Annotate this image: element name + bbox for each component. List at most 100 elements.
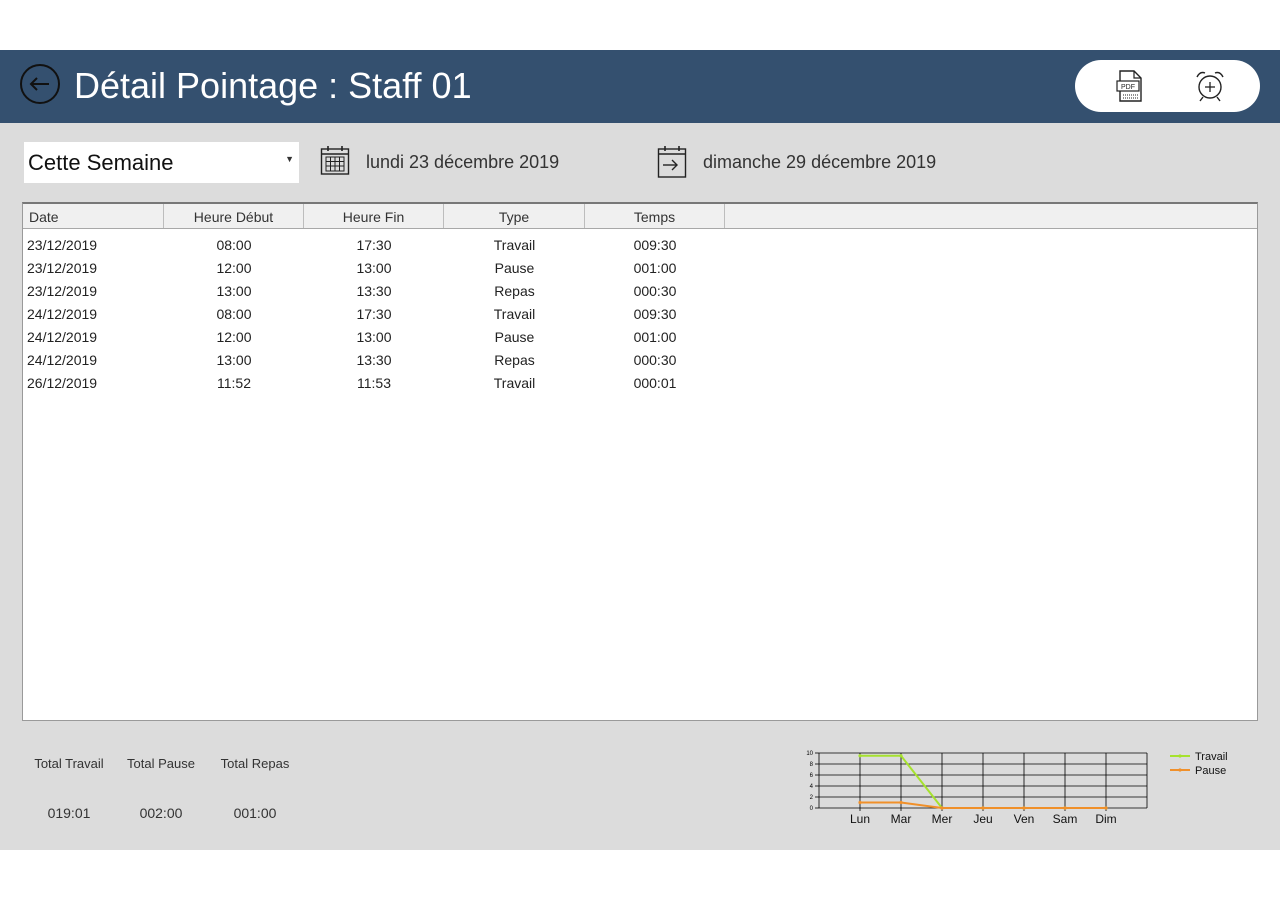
table-row[interactable]: 24/12/2019 08:00 17:30 Travail 009:30	[23, 303, 1257, 326]
legend-label-travail: Travail	[1195, 751, 1228, 763]
cell-time: 009:30	[633, 306, 677, 322]
legend-marker-travail	[1178, 754, 1182, 758]
column-header-type[interactable]: Type	[444, 204, 585, 228]
x-tick-label: Mar	[891, 812, 912, 826]
column-header-date[interactable]: Date	[23, 204, 164, 228]
pdf-icon-label: PDF	[1121, 84, 1135, 91]
x-tick-label: Jeu	[973, 812, 992, 826]
page-title: Détail Pointage : Staff 01	[74, 65, 472, 106]
calendar-icon[interactable]	[320, 145, 350, 175]
cell-type: Pause	[494, 329, 535, 345]
cell-date: 23/12/2019	[27, 237, 98, 253]
cell-start: 11:52	[217, 375, 251, 391]
cell-end: 17:30	[356, 306, 392, 322]
data-point-pause	[1104, 806, 1108, 810]
pdf-icon: PDF	[1116, 70, 1142, 102]
cell-time: 000:30	[633, 352, 677, 368]
cell-time: 001:00	[633, 329, 677, 345]
table-row[interactable]: 23/12/2019 08:00 17:30 Travail 009:30	[23, 234, 1257, 257]
cell-date: 23/12/2019	[27, 260, 98, 276]
y-tick-label: 10	[806, 751, 813, 757]
x-tick-label: Sam	[1053, 812, 1078, 826]
total-travail-label: Total Travail	[34, 756, 104, 771]
data-point-pause	[1063, 806, 1067, 810]
cell-date: 24/12/2019	[27, 306, 98, 322]
calendar-end-icon[interactable]	[657, 145, 687, 178]
x-tick-label: Dim	[1095, 812, 1116, 826]
total-pause-value: 002:00	[139, 805, 183, 821]
cell-date: 23/12/2019	[27, 283, 98, 299]
cell-end: 13:00	[356, 260, 392, 276]
alarm-clock-icon	[1196, 71, 1224, 102]
cell-date: 24/12/2019	[27, 352, 98, 368]
data-point-pause	[1022, 806, 1026, 810]
export-pdf-button[interactable]: PDF	[1110, 68, 1150, 104]
x-tick-label: Ven	[1014, 812, 1035, 826]
period-selected-value: Cette Semaine	[28, 150, 174, 175]
total-pause-label: Total Pause	[127, 756, 195, 771]
cell-start: 13:00	[216, 283, 252, 299]
grid-rows: 23/12/2019 08:00 17:30 Travail 009:30 23…	[23, 234, 1257, 395]
arrow-left-icon	[29, 77, 49, 91]
cell-end: 13:00	[356, 329, 392, 345]
cell-end: 13:30	[356, 283, 392, 299]
column-header-end[interactable]: Heure Fin	[304, 204, 444, 228]
grid-header: Date Heure Début Heure Fin Type Temps	[23, 204, 1257, 229]
table-row[interactable]: 24/12/2019 13:00 13:30 Repas 000:30	[23, 349, 1257, 372]
y-tick-label: 8	[810, 762, 814, 768]
x-tick-label: Lun	[850, 812, 870, 826]
cell-type: Travail	[493, 375, 536, 391]
y-tick-label: 2	[810, 795, 814, 801]
data-point-pause	[940, 806, 944, 810]
cell-end: 11:53	[357, 375, 391, 391]
cell-start: 08:00	[216, 306, 252, 322]
cell-start: 12:00	[216, 260, 252, 276]
legend-marker-pause	[1178, 768, 1182, 772]
cell-date: 26/12/2019	[27, 375, 98, 391]
back-button[interactable]	[20, 64, 60, 104]
cell-type: Repas	[494, 283, 535, 299]
data-point-pause	[981, 806, 985, 810]
table-row[interactable]: 26/12/2019 11:52 11:53 Travail 000:01	[23, 372, 1257, 395]
chevron-down-icon: ▼	[285, 154, 294, 164]
cell-time: 009:30	[633, 237, 677, 253]
cell-start: 13:00	[216, 352, 252, 368]
timesheet-grid: Date Heure Début Heure Fin Type Temps 23…	[22, 202, 1258, 721]
data-point-travail	[858, 754, 862, 758]
column-header-start[interactable]: Heure Début	[164, 204, 304, 228]
cell-time: 000:01	[633, 375, 677, 391]
cell-type: Travail	[493, 306, 536, 322]
header-bar: Détail Pointage : Staff 01 PDF	[0, 50, 1280, 123]
app-window: Détail Pointage : Staff 01 PDF Cette Sem…	[0, 50, 1280, 850]
table-row[interactable]: 24/12/2019 12:00 13:00 Pause 001:00	[23, 326, 1257, 349]
column-header-time[interactable]: Temps	[585, 204, 725, 228]
data-point-pause	[858, 800, 862, 805]
cell-end: 17:30	[356, 237, 392, 253]
cell-start: 12:00	[216, 329, 252, 345]
cell-type: Repas	[494, 352, 535, 368]
total-repas-value: 001:00	[233, 805, 277, 821]
y-tick-label: 0	[810, 806, 814, 812]
end-date-label: dimanche 29 décembre 2019	[703, 152, 937, 172]
start-date-label: lundi 23 décembre 2019	[366, 152, 560, 172]
cell-start: 08:00	[216, 237, 252, 253]
table-row[interactable]: 23/12/2019 13:00 13:30 Repas 000:30	[23, 280, 1257, 303]
cell-end: 13:30	[356, 352, 392, 368]
totals-panel: Total Travail 019:01 Total Pause 002:00 …	[24, 750, 324, 840]
weekly-chart: 0 2 4 6 8 10 Lun Mar Mer Jeu Ven Sam Dim Travail Pause	[806, 751, 1228, 826]
data-point-travail	[899, 754, 903, 758]
total-repas-label: Total Repas	[220, 756, 290, 771]
cell-time: 000:30	[633, 283, 677, 299]
x-tick-label: Mer	[932, 812, 953, 826]
toolbar: PDF	[1075, 60, 1260, 112]
period-dropdown[interactable]: Cette Semaine ▼	[24, 142, 299, 183]
y-tick-label: 4	[810, 784, 814, 790]
data-point-pause	[899, 800, 903, 805]
cell-date: 24/12/2019	[27, 329, 98, 345]
table-row[interactable]: 23/12/2019 12:00 13:00 Pause 001:00	[23, 257, 1257, 280]
total-travail-value: 019:01	[47, 805, 91, 821]
cell-type: Travail	[493, 237, 536, 253]
cell-type: Pause	[494, 260, 535, 276]
y-tick-label: 6	[810, 773, 814, 779]
add-alarm-button[interactable]	[1190, 68, 1230, 104]
